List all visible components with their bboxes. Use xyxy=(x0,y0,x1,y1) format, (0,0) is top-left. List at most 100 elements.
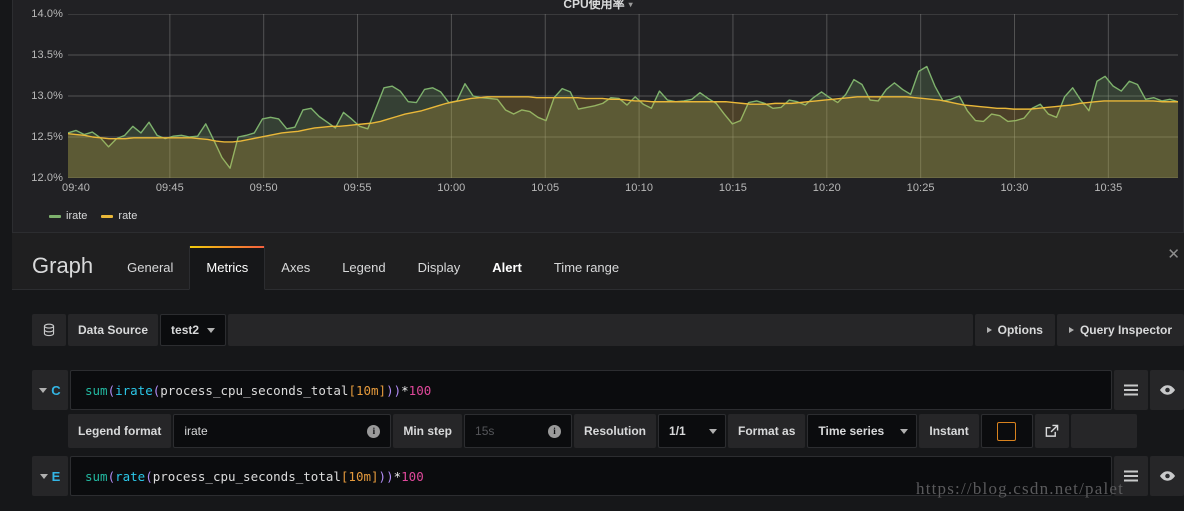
chevron-right-icon xyxy=(986,327,992,333)
query-list: Csum(irate(process_cpu_seconds_total [10m… xyxy=(12,370,1184,496)
resolution-select[interactable]: 1/1 xyxy=(658,414,727,448)
panel-title-text: CPU使用率 xyxy=(563,0,625,11)
query-row: Esum(rate(process_cpu_seconds_total [10m]… xyxy=(12,456,1184,496)
expr-operator: * xyxy=(401,382,409,398)
y-axis: 14.0% 13.5% 13.0% 12.5% 12.0% xyxy=(13,8,63,184)
datasource-select[interactable]: test2 xyxy=(160,314,227,346)
resolution-label: Resolution xyxy=(574,414,657,448)
panel-title[interactable]: CPU使用率 ▾ xyxy=(13,0,1183,12)
chart-svg xyxy=(68,14,1178,178)
expr-paren: ) xyxy=(386,468,394,484)
x-axis-tick: 09:45 xyxy=(155,182,184,194)
resolution-select-value: 1/1 xyxy=(669,424,686,438)
x-axis-tick: 09:40 xyxy=(61,182,91,194)
expr-number: 100 xyxy=(401,468,424,484)
chevron-down-icon xyxy=(39,473,48,479)
expr-func-outer: sum xyxy=(85,468,108,484)
panel-editor: Graph General Metrics Axes Legend Display Ale… xyxy=(12,233,1184,511)
expr-paren: ) xyxy=(378,468,387,484)
y-axis-tick: 14.0% xyxy=(31,8,63,20)
tab-metrics[interactable]: Metrics xyxy=(189,246,266,290)
min-step-input[interactable]: 15s i xyxy=(464,414,573,448)
query-editor-row: Esum(rate(process_cpu_seconds_total [10m]… xyxy=(12,456,1184,496)
query-collapse-toggle-C[interactable]: C xyxy=(32,370,68,410)
options-label: Options xyxy=(997,323,1043,337)
expr-operator: * xyxy=(393,468,402,484)
query-options-row: Legend format irate i Min step 15s i Resolutio… xyxy=(12,414,1184,448)
chevron-down-icon xyxy=(709,428,718,434)
datasource-value: test2 xyxy=(171,323,200,337)
legend-format-label: Legend format xyxy=(68,414,172,448)
chevron-right-icon xyxy=(1068,327,1074,333)
tab-label: Alert xyxy=(492,260,522,275)
legend-swatch-icon xyxy=(49,214,61,218)
query-editor-row: Csum(irate(process_cpu_seconds_total [10m… xyxy=(12,370,1184,448)
format-as-select[interactable]: Time series xyxy=(807,414,918,448)
legend-format-input-value: irate xyxy=(184,424,208,438)
query-inspector-button[interactable]: Query Inspector xyxy=(1056,314,1184,346)
tab-general[interactable]: General xyxy=(111,246,189,289)
format-as-label: Format as xyxy=(728,414,806,448)
legend-item-rate[interactable]: rate xyxy=(101,210,137,222)
chevron-down-icon xyxy=(207,327,216,333)
plot-area[interactable] xyxy=(68,14,1178,178)
chevron-down-icon: ▾ xyxy=(628,0,633,10)
info-icon[interactable]: i xyxy=(367,424,381,438)
expr-paren: ( xyxy=(145,468,153,484)
tab-label: General xyxy=(127,260,174,275)
x-axis-tick: 10:25 xyxy=(906,182,935,194)
x-axis-tick: 10:35 xyxy=(1094,182,1123,194)
options-row-spacer xyxy=(1070,414,1137,448)
query-collapse-toggle-E[interactable]: E xyxy=(32,456,68,496)
database-icon xyxy=(32,314,66,346)
legend-format-input[interactable]: irate i xyxy=(173,414,392,448)
instant-checkbox[interactable] xyxy=(980,414,1033,448)
datasource-row: Data Source test2 Options Query Inspecto… xyxy=(12,314,1184,346)
instant-label: Instant xyxy=(919,414,979,448)
chevron-down-icon xyxy=(39,387,48,393)
close-icon[interactable]: ✕ xyxy=(1167,247,1180,262)
legend-label: rate xyxy=(118,210,138,222)
legend-swatch-icon xyxy=(101,214,114,218)
x-axis-tick: 10:20 xyxy=(812,182,841,194)
query-expression-input[interactable]: sum(irate(process_cpu_seconds_total [10m]… xyxy=(70,370,1112,410)
min-step-label: Min step xyxy=(393,414,463,448)
info-icon[interactable]: i xyxy=(548,424,562,438)
expr-paren: ( xyxy=(152,382,161,398)
x-axis-tick: 10:05 xyxy=(531,182,560,194)
editor-tab-bar: Graph General Metrics Axes Legend Display Ale… xyxy=(12,233,1184,290)
query-row: Csum(irate(process_cpu_seconds_total [10m… xyxy=(12,370,1184,410)
tab-time-range[interactable]: Time range xyxy=(538,246,635,289)
expr-range: [10m] xyxy=(348,382,387,398)
legend-item-irate[interactable]: irate xyxy=(49,210,87,222)
min-step-input-placeholder: 15s xyxy=(475,424,495,438)
expr-paren: ( xyxy=(107,382,116,398)
expr-paren: ) xyxy=(393,382,402,398)
tab-label: Display xyxy=(417,260,461,275)
tab-axes[interactable]: Axes xyxy=(265,246,326,289)
expr-func-outer: sum xyxy=(85,382,108,398)
chart-legend: irate rate xyxy=(49,210,137,222)
x-axis-tick: 09:55 xyxy=(343,182,372,194)
query-menu-icon[interactable] xyxy=(1114,370,1148,410)
query-menu-icon[interactable] xyxy=(1114,456,1148,496)
expr-metric: process_cpu_seconds_total xyxy=(160,382,349,398)
datasource-label: Data Source xyxy=(68,314,159,346)
eye-icon[interactable] xyxy=(1150,370,1184,410)
query-expression-input[interactable]: sum(rate(process_cpu_seconds_total [10m])… xyxy=(70,456,1112,496)
query-inspector-label: Query Inspector xyxy=(1079,323,1172,337)
x-axis-tick: 10:10 xyxy=(625,182,654,194)
tab-alert[interactable]: Alert xyxy=(476,246,538,289)
datasource-spacer xyxy=(228,314,973,346)
eye-icon[interactable] xyxy=(1150,456,1184,496)
tab-legend[interactable]: Legend xyxy=(326,246,401,289)
expr-func-inner: irate xyxy=(115,382,153,398)
expr-range: [10m] xyxy=(340,468,379,484)
expr-func-inner: rate xyxy=(115,468,146,484)
tab-display[interactable]: Display xyxy=(402,246,477,289)
options-toggle-button[interactable]: Options xyxy=(974,314,1055,346)
external-link-icon[interactable] xyxy=(1034,414,1069,448)
expr-number: 100 xyxy=(408,382,432,398)
graph-panel: CPU使用率 ▾ 14.0% 13.5% 13.0% 12.5% 12.0% 09:40 0… xyxy=(12,0,1184,233)
expr-metric: process_cpu_seconds_total xyxy=(152,468,341,484)
